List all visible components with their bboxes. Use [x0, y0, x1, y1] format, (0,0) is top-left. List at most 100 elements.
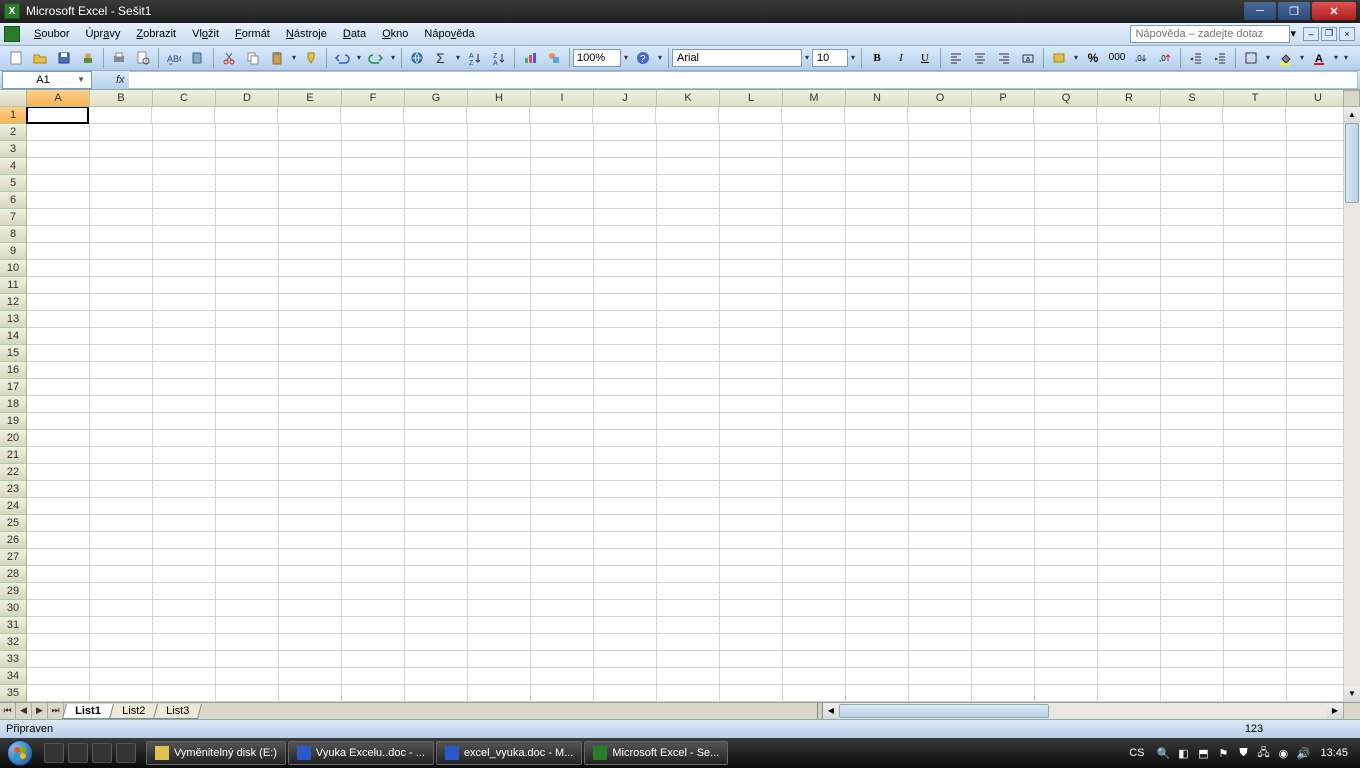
cell[interactable] [153, 260, 216, 277]
cell[interactable] [153, 345, 216, 362]
cell[interactable] [216, 651, 279, 668]
cell[interactable] [405, 124, 468, 141]
cell[interactable] [1224, 277, 1287, 294]
cell[interactable] [657, 158, 720, 175]
align-right-button[interactable] [993, 47, 1015, 69]
cell[interactable] [1287, 617, 1350, 634]
cell[interactable] [846, 515, 909, 532]
help-dropdown-icon[interactable]: ▾ [1290, 27, 1296, 40]
cell[interactable] [27, 515, 90, 532]
cut-button[interactable] [218, 47, 240, 69]
cell[interactable] [782, 107, 845, 124]
column-header[interactable]: O [909, 90, 972, 106]
cell[interactable] [1223, 107, 1286, 124]
cell[interactable] [720, 141, 783, 158]
cell[interactable] [531, 124, 594, 141]
cell[interactable] [909, 447, 972, 464]
cell[interactable] [342, 328, 405, 345]
cell[interactable] [153, 447, 216, 464]
cell[interactable] [909, 413, 972, 430]
cell[interactable] [657, 498, 720, 515]
cell[interactable] [216, 175, 279, 192]
cell[interactable] [846, 617, 909, 634]
cell[interactable] [1098, 362, 1161, 379]
cell[interactable] [531, 362, 594, 379]
cell[interactable] [846, 158, 909, 175]
cell[interactable] [342, 379, 405, 396]
cell[interactable] [153, 481, 216, 498]
cell[interactable] [405, 294, 468, 311]
cell[interactable] [89, 107, 152, 124]
cell[interactable] [90, 481, 153, 498]
drawing-toolbar-button[interactable] [543, 47, 565, 69]
help-search-input[interactable] [1130, 25, 1290, 43]
cell[interactable] [216, 209, 279, 226]
cell[interactable] [216, 124, 279, 141]
cell[interactable] [909, 396, 972, 413]
cell[interactable] [531, 481, 594, 498]
cell[interactable] [468, 413, 531, 430]
cell[interactable] [909, 141, 972, 158]
cell[interactable] [1035, 481, 1098, 498]
cell[interactable] [657, 226, 720, 243]
row-header[interactable]: 34 [0, 668, 27, 685]
cell[interactable] [1287, 396, 1350, 413]
cell[interactable] [972, 651, 1035, 668]
cell[interactable] [153, 328, 216, 345]
cell[interactable] [972, 124, 1035, 141]
menu-nástroje[interactable]: Nástroje [278, 25, 335, 43]
cell[interactable] [27, 311, 90, 328]
cell[interactable] [342, 600, 405, 617]
print-preview-button[interactable] [132, 47, 154, 69]
cell[interactable] [279, 617, 342, 634]
cell[interactable] [468, 447, 531, 464]
cell[interactable] [594, 362, 657, 379]
cell[interactable] [909, 362, 972, 379]
cell[interactable] [657, 634, 720, 651]
cell[interactable] [1161, 447, 1224, 464]
vertical-split-handle[interactable] [1343, 90, 1360, 107]
cell[interactable] [1035, 549, 1098, 566]
cell[interactable] [720, 430, 783, 447]
cell[interactable] [783, 311, 846, 328]
cell[interactable] [594, 549, 657, 566]
column-header[interactable]: P [972, 90, 1035, 106]
column-header[interactable]: U [1287, 90, 1350, 106]
font-size-dropdown[interactable]: ▾ [848, 53, 858, 62]
menu-data[interactable]: Data [335, 25, 374, 43]
name-box[interactable]: A1 ▼ [2, 71, 92, 89]
cell[interactable] [594, 651, 657, 668]
cell[interactable] [846, 532, 909, 549]
cell[interactable] [342, 515, 405, 532]
cell[interactable] [153, 124, 216, 141]
scroll-up-icon[interactable]: ▲ [1344, 107, 1360, 123]
cell[interactable] [27, 396, 90, 413]
cell[interactable] [153, 532, 216, 549]
cell[interactable] [405, 209, 468, 226]
cell[interactable] [594, 498, 657, 515]
cell[interactable] [531, 566, 594, 583]
cell[interactable] [594, 294, 657, 311]
cell[interactable] [468, 651, 531, 668]
cell[interactable] [1035, 124, 1098, 141]
cell[interactable] [594, 345, 657, 362]
cell[interactable] [1161, 345, 1224, 362]
cell[interactable] [1098, 260, 1161, 277]
cell[interactable] [1161, 175, 1224, 192]
cell[interactable] [846, 600, 909, 617]
quick-launch-item[interactable] [92, 743, 112, 763]
cell[interactable] [216, 260, 279, 277]
font-color-button[interactable]: A [1308, 47, 1330, 69]
chart-wizard-button[interactable] [519, 47, 541, 69]
cell[interactable] [342, 634, 405, 651]
cell[interactable] [1224, 430, 1287, 447]
cell[interactable] [342, 566, 405, 583]
cell[interactable] [657, 311, 720, 328]
menu-formát[interactable]: Formát [227, 25, 278, 43]
cell[interactable] [1287, 515, 1350, 532]
cell[interactable] [1287, 430, 1350, 447]
cell[interactable] [342, 311, 405, 328]
cell[interactable] [657, 583, 720, 600]
cell[interactable] [27, 158, 90, 175]
paste-dropdown[interactable]: ▾ [289, 53, 299, 62]
